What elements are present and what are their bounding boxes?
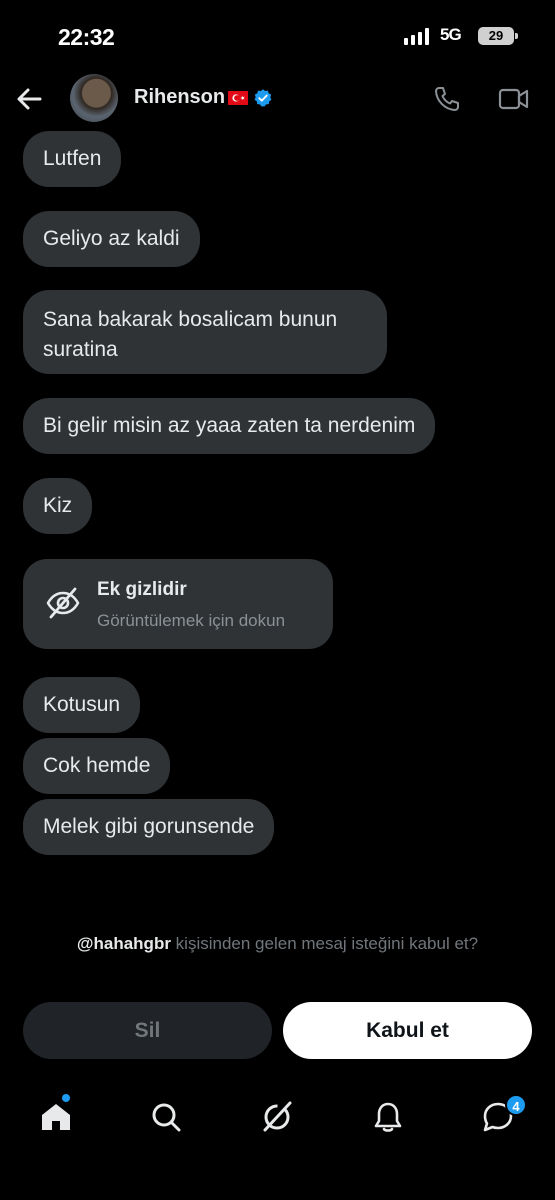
message-text: Melek gibi gorunsende [43, 815, 255, 838]
network-type: 5G [440, 25, 462, 44]
delete-button[interactable]: Sil [23, 1002, 272, 1059]
contact-info[interactable]: Rihenson [134, 86, 273, 109]
message-bubble[interactable]: Melek gibi gorunsende [23, 799, 275, 855]
eye-slash-icon [46, 587, 80, 619]
grok-icon[interactable] [259, 1099, 295, 1135]
status-time: 22:32 [58, 24, 115, 50]
message-bubble[interactable]: Sana bakarak bosalicam bunun suratina [23, 290, 387, 374]
requester-handle[interactable]: @hahahgbr [77, 934, 171, 953]
signal-icon [404, 28, 429, 45]
request-question: kişisinden gelen mesaj isteğini kabul et… [170, 934, 479, 953]
attachment-subtitle: Görüntülemek için dokun [97, 611, 286, 630]
message-text: Lutfen [43, 147, 102, 170]
verified-badge-icon [254, 88, 272, 107]
hidden-attachment[interactable]: Ek gizlidir Görüntülemek için dokun [23, 559, 333, 649]
message-text: Geliyo az kaldi [43, 227, 180, 250]
conversation-header: Rihenson [0, 70, 555, 130]
message-text: Bi gelir misin az yaaa zaten ta nerdenim [43, 414, 416, 437]
turkey-flag-icon [228, 90, 249, 105]
message-bubble[interactable]: Bi gelir misin az yaaa zaten ta nerdenim [23, 398, 436, 454]
notifications-bell-icon[interactable] [370, 1099, 406, 1135]
dm-request-screen: 22:32 5G 29 Rihenson Lutfen Geliyo az ka… [0, 0, 555, 1200]
message-text: Kotusun [43, 693, 121, 716]
message-request-prompt: @hahahgbr kişisinden gelen mesaj isteğin… [0, 934, 555, 954]
message-text: Cok hemde [43, 754, 151, 777]
message-bubble[interactable]: Lutfen [23, 131, 122, 187]
avatar[interactable] [70, 74, 118, 122]
message-bubble[interactable]: Geliyo az kaldi [23, 211, 200, 267]
search-icon[interactable] [148, 1099, 184, 1135]
back-arrow-icon[interactable] [14, 84, 44, 114]
message-text: Kiz [43, 494, 73, 517]
message-bubble[interactable]: Kiz [23, 478, 93, 534]
message-text: Sana bakarak bosalicam bunun suratina [43, 308, 338, 361]
home-icon[interactable] [38, 1099, 74, 1135]
attachment-title: Ek gizlidir [97, 579, 187, 600]
bottom-navigation: 4 [0, 1085, 555, 1155]
contact-name: Rihenson [134, 86, 226, 108]
message-bubble[interactable]: Kotusun [23, 677, 141, 733]
phone-call-icon[interactable] [432, 84, 462, 114]
messages-badge: 4 [505, 1094, 527, 1116]
video-call-icon[interactable] [498, 86, 530, 112]
battery-icon: 29 [478, 27, 518, 45]
status-bar: 22:32 5G 29 [0, 0, 555, 70]
message-bubble[interactable]: Cok hemde [23, 738, 171, 794]
home-notification-dot [62, 1094, 70, 1102]
accept-button[interactable]: Kabul et [283, 1002, 532, 1059]
